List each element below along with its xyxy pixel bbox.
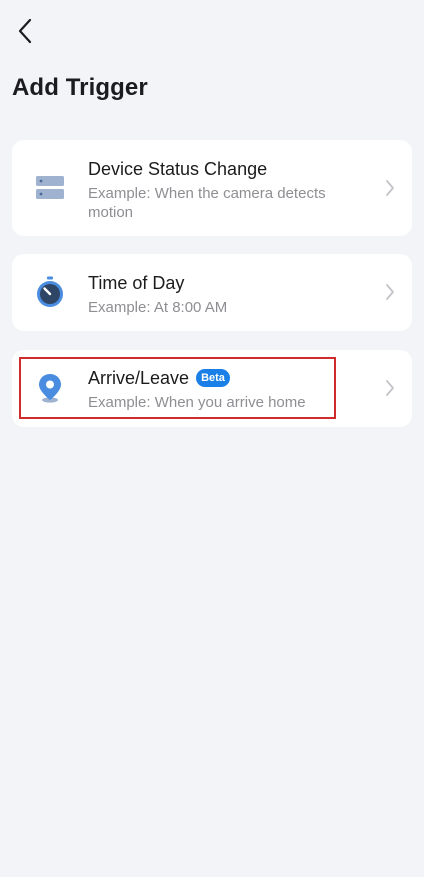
trigger-title: Arrive/Leave Beta	[88, 366, 372, 390]
page-title: Add Trigger	[12, 74, 148, 101]
chevron-right-icon	[384, 379, 396, 397]
beta-badge: Beta	[196, 369, 230, 387]
device-status-icon	[34, 172, 66, 204]
trigger-subtitle: Example: When the camera detects motion	[88, 185, 326, 221]
location-pin-icon	[34, 372, 66, 404]
trigger-arrive-leave[interactable]: Arrive/Leave Beta Example: When you arri…	[12, 350, 412, 427]
trigger-device-status-change[interactable]: Device Status Change Example: When the c…	[12, 140, 412, 236]
trigger-title: Device Status Change	[88, 159, 268, 179]
chevron-left-icon	[18, 18, 32, 44]
add-trigger-screen: Add Trigger Device Status Change Example…	[0, 0, 424, 877]
chevron-right-icon	[384, 179, 396, 197]
timer-icon	[34, 276, 66, 308]
trigger-time-of-day[interactable]: Time of Day Example: At 8:00 AM	[12, 254, 412, 331]
back-button[interactable]	[10, 14, 40, 48]
chevron-right-icon	[384, 283, 396, 301]
trigger-subtitle: Example: At 8:00 AM	[88, 299, 228, 316]
trigger-title-text: Arrive/Leave	[88, 368, 190, 388]
trigger-subtitle: Example: When you arrive home	[88, 394, 306, 411]
trigger-title: Time of Day	[88, 273, 185, 293]
